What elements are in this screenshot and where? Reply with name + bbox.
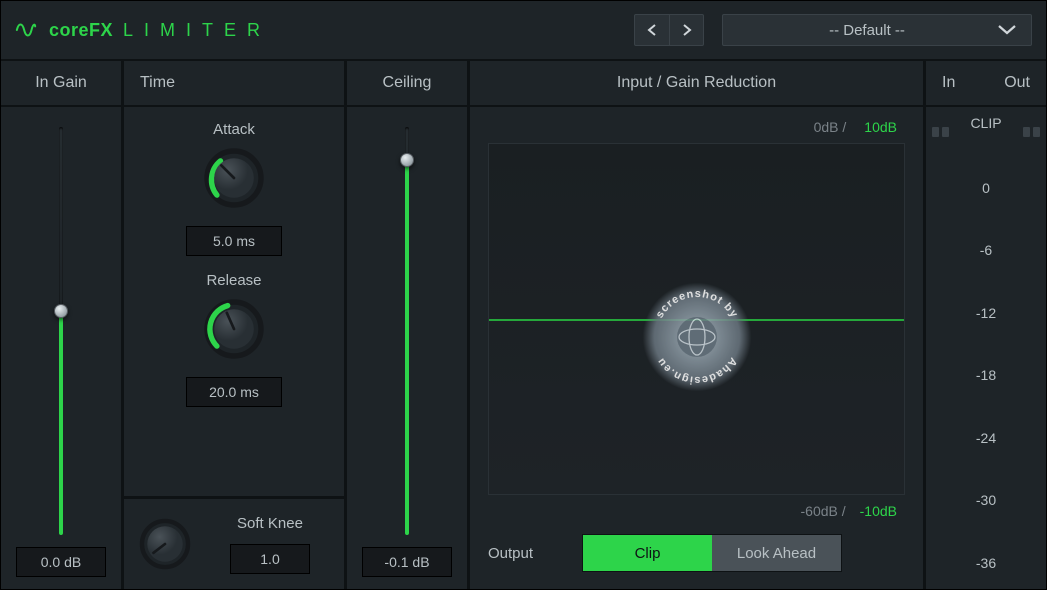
output-label: Output xyxy=(488,545,568,562)
in-gain-value[interactable]: 0.0 dB xyxy=(16,547,106,577)
time-panel: Time Attack 5.0 ms Release xyxy=(124,61,344,589)
logo-wave-icon xyxy=(15,19,37,41)
header-bar: coreFX LIMITER -- Default -- xyxy=(1,1,1046,61)
svg-text:screenshot by: screenshot by xyxy=(653,287,740,319)
soft-knee-panel: Soft Knee 1.0 xyxy=(124,496,344,589)
attack-label: Attack xyxy=(213,121,255,138)
soft-knee-label: Soft Knee xyxy=(237,515,303,532)
watermark-badge: screenshot by Ahadesign.eu xyxy=(642,282,752,392)
release-label: Release xyxy=(206,272,261,289)
viz-zero-line xyxy=(489,319,904,321)
meter-tick: -36 xyxy=(976,555,996,571)
brand-text: coreFX xyxy=(49,20,113,41)
output-mode-toggle: Clip Look Ahead xyxy=(582,534,842,572)
preset-prev-button[interactable] xyxy=(635,15,669,45)
meter-tick: -18 xyxy=(976,367,996,383)
plugin-title: LIMITER xyxy=(123,20,271,41)
meter-tick: -24 xyxy=(976,430,996,446)
meter-tick: -30 xyxy=(976,492,996,508)
viz-top-gr-scale: 10dB xyxy=(864,119,897,135)
meter-in-label: In xyxy=(942,74,955,92)
meter-tick: 0 xyxy=(982,180,990,196)
ceiling-panel: Ceiling -0.1 dB xyxy=(347,61,467,589)
time-label: Time xyxy=(124,61,344,107)
preset-dropdown[interactable]: -- Default -- xyxy=(722,14,1032,46)
attack-value[interactable]: 5.0 ms xyxy=(186,226,282,256)
release-knob[interactable] xyxy=(198,293,270,365)
visualization-panel: Input / Gain Reduction 0dB / 10dB screen… xyxy=(470,61,923,589)
output-mode-lookahead-button[interactable]: Look Ahead xyxy=(712,535,841,571)
chevron-down-icon xyxy=(997,24,1017,36)
soft-knee-value[interactable]: 1.0 xyxy=(230,544,310,574)
output-mode-clip-button[interactable]: Clip xyxy=(583,535,712,571)
viz-top-input-scale: 0dB / xyxy=(814,119,847,135)
meter-out-label: Out xyxy=(1004,74,1030,92)
in-gain-panel: In Gain 0.0 dB xyxy=(1,61,121,589)
viz-bot-input-scale: -60dB / xyxy=(801,503,846,519)
in-gain-label: In Gain xyxy=(1,61,121,107)
visualization-label: Input / Gain Reduction xyxy=(470,61,923,107)
ceiling-label: Ceiling xyxy=(347,61,467,107)
viz-graph[interactable]: screenshot by Ahadesign.eu xyxy=(488,143,905,495)
viz-bot-gr-scale: -10dB xyxy=(860,503,897,519)
meters-panel: In Out CLIP 0 -6 -12 -18 -24 -30 -36 xyxy=(926,61,1046,589)
ceiling-value[interactable]: -0.1 dB xyxy=(362,547,452,577)
preset-next-button[interactable] xyxy=(669,15,703,45)
svg-text:Ahadesign.eu: Ahadesign.eu xyxy=(654,355,739,386)
attack-knob[interactable] xyxy=(198,142,270,214)
preset-nav-group xyxy=(634,14,704,46)
meter-tick: -6 xyxy=(980,242,992,258)
release-value[interactable]: 20.0 ms xyxy=(186,377,282,407)
meter-out-bars xyxy=(1018,115,1040,575)
viz-scale-top: 0dB / 10dB xyxy=(488,115,905,143)
meter-clip-label: CLIP xyxy=(970,115,1001,131)
meter-tick: -12 xyxy=(976,305,996,321)
ceiling-slider[interactable] xyxy=(402,127,412,535)
meters-header: In Out xyxy=(926,61,1046,107)
meter-in-bars xyxy=(932,115,954,575)
meter-scale: CLIP 0 -6 -12 -18 -24 -30 -36 xyxy=(958,115,1014,575)
viz-scale-bottom: -60dB / -10dB xyxy=(488,495,905,529)
preset-current-label: -- Default -- xyxy=(737,22,997,39)
in-gain-slider[interactable] xyxy=(56,127,66,535)
soft-knee-knob[interactable] xyxy=(134,513,196,575)
